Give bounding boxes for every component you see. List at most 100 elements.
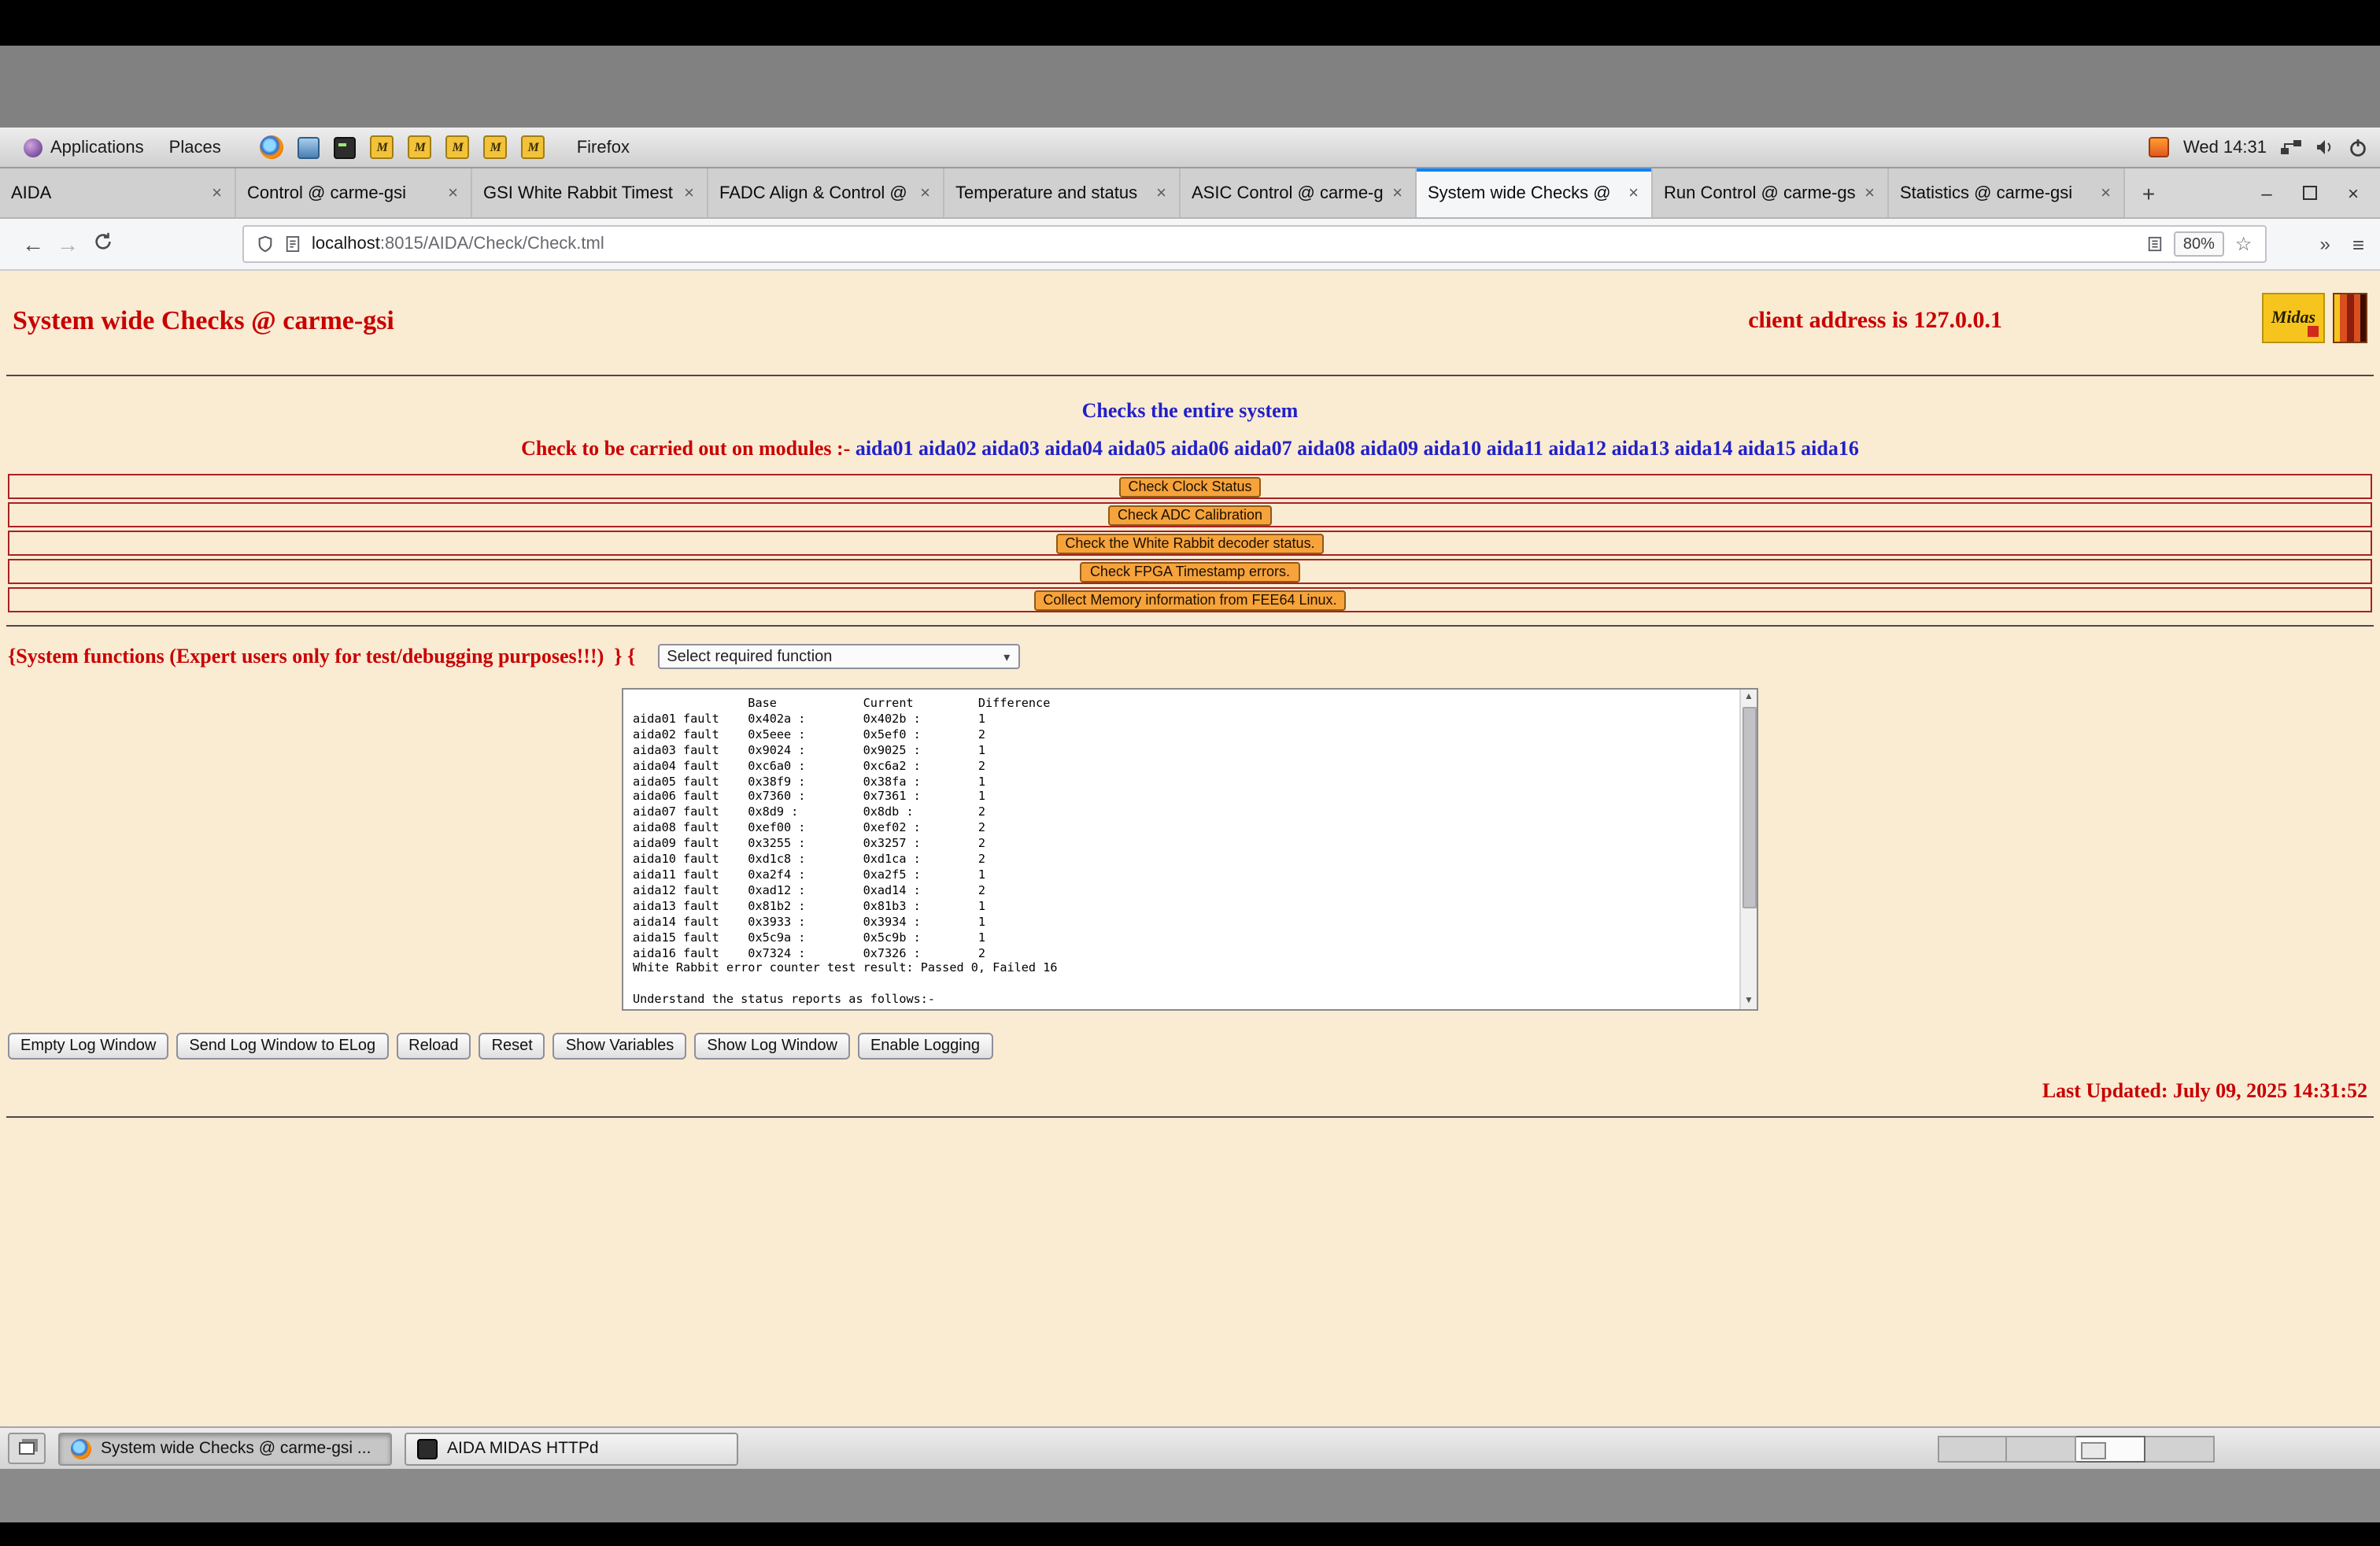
overflow-menu-icon[interactable]: »: [2319, 233, 2330, 255]
back-button[interactable]: ←: [16, 231, 50, 257]
tab-bar: AIDA × Control @ carme-gsi × GSI White R…: [0, 168, 2380, 219]
tab-statistics[interactable]: Statistics @ carme-gsi ×: [1889, 168, 2125, 217]
files-launcher-icon[interactable]: [298, 136, 320, 158]
page-subtitle: Checks the entire system: [0, 398, 2380, 423]
enable-logging-button[interactable]: Enable Logging: [858, 1033, 992, 1060]
tab-run-control[interactable]: Run Control @ carme-gs ×: [1653, 168, 1889, 217]
forward-button[interactable]: →: [50, 231, 85, 257]
reload-page-button[interactable]: Reload: [396, 1033, 471, 1060]
panel-clock[interactable]: Wed 14:31: [2183, 138, 2267, 157]
distro-logo-icon: [24, 138, 42, 157]
tab-asic-control[interactable]: ASIC Control @ carme-g ×: [1181, 168, 1417, 217]
tab-label: System wide Checks @: [1428, 183, 1621, 202]
scrollbar-thumb[interactable]: [1742, 707, 1756, 908]
minimize-button[interactable]: –: [2256, 182, 2278, 204]
tab-label: AIDA: [11, 183, 204, 202]
tab-fadc[interactable]: FADC Align & Control @ ×: [708, 168, 944, 217]
page-info-icon[interactable]: [285, 235, 301, 253]
tab-close-icon[interactable]: ×: [682, 183, 696, 202]
tab-close-icon[interactable]: ×: [1155, 183, 1168, 202]
workspace-cell[interactable]: [2007, 1435, 2076, 1462]
reader-mode-icon[interactable]: [2147, 235, 2163, 253]
reset-button[interactable]: Reset: [479, 1033, 545, 1060]
tab-close-icon[interactable]: ×: [2099, 183, 2112, 202]
log-window[interactable]: Base Current Difference aida01 fault 0x4…: [622, 688, 1758, 1011]
network-icon[interactable]: [2281, 139, 2301, 156]
firefox-icon: [71, 1438, 91, 1459]
url-bar[interactable]: localhost:8015/AIDA/Check/Check.tml 80% …: [242, 225, 2266, 263]
midas-launcher-icon[interactable]: M: [408, 135, 432, 159]
system-functions-row: {System functions (Expert users only for…: [8, 644, 2380, 669]
collect-memory-info-button[interactable]: Collect Memory information from FEE64 Li…: [1033, 590, 1346, 610]
firefox-window: AIDA × Control @ carme-gsi × GSI White R…: [0, 168, 2380, 1426]
taskbar-item-terminal[interactable]: AIDA MIDAS HTTPd: [405, 1432, 738, 1465]
panel-launchers: M M M M M: [261, 135, 545, 159]
volume-icon[interactable]: [2315, 139, 2334, 156]
tab-label: GSI White Rabbit Timest: [483, 183, 676, 202]
tab-temperature[interactable]: Temperature and status ×: [944, 168, 1181, 217]
shield-icon[interactable]: [257, 235, 274, 253]
midas-launcher-icon[interactable]: M: [522, 135, 545, 159]
power-icon[interactable]: [2349, 138, 2367, 157]
maximize-button[interactable]: [2303, 186, 2317, 200]
toolbar-right: » ≡: [2319, 232, 2364, 256]
tab-close-icon[interactable]: ×: [1627, 183, 1640, 202]
tab-label: Run Control @ carme-gs: [1664, 183, 1857, 202]
tab-control[interactable]: Control @ carme-gsi ×: [236, 168, 472, 217]
scroll-up-icon[interactable]: ▲: [1744, 690, 1754, 705]
tab-close-icon[interactable]: ×: [210, 183, 224, 202]
desktop-background-bottom: [0, 1469, 2380, 1522]
midas-launcher-icon[interactable]: M: [446, 135, 470, 159]
check-row: Collect Memory information from FEE64 Li…: [8, 587, 2372, 612]
check-white-rabbit-button[interactable]: Check the White Rabbit decoder status.: [1055, 533, 1324, 553]
function-select-value: Select required function: [667, 648, 1003, 665]
midas-launcher-icon[interactable]: M: [371, 135, 394, 159]
places-menu-label: Places: [169, 138, 221, 157]
close-window-button[interactable]: ×: [2342, 182, 2364, 204]
show-log-window-button[interactable]: Show Log Window: [694, 1033, 850, 1060]
tab-label: FADC Align & Control @: [719, 183, 912, 202]
tab-aida[interactable]: AIDA ×: [0, 168, 236, 217]
desktop-screen: Applications Places M M M M M Firefox We…: [0, 0, 2380, 1546]
notification-icon[interactable]: [2149, 137, 2169, 157]
firefox-launcher-icon[interactable]: [261, 135, 284, 159]
empty-log-window-button[interactable]: Empty Log Window: [8, 1033, 168, 1060]
show-variables-button[interactable]: Show Variables: [553, 1033, 687, 1060]
workspace-cell[interactable]: [1938, 1435, 2007, 1462]
zoom-level-button[interactable]: 80%: [2174, 231, 2224, 257]
bookmark-star-icon[interactable]: ☆: [2235, 233, 2252, 255]
letterbox-bottom: [0, 1522, 2380, 1546]
function-select[interactable]: Select required function ▾: [657, 644, 1019, 669]
tab-system-wide-checks[interactable]: System wide Checks @ ×: [1417, 168, 1653, 217]
check-clock-status-button[interactable]: Check Clock Status: [1118, 476, 1261, 497]
modules-list: aida01 aida02 aida03 aida04 aida05 aida0…: [856, 436, 1859, 460]
check-fpga-timestamp-button[interactable]: Check FPGA Timestamp errors.: [1081, 561, 1299, 582]
page-header: System wide Checks @ carme-gsi client ad…: [0, 271, 2380, 343]
reload-button[interactable]: [85, 231, 120, 257]
taskbar-item-firefox[interactable]: System wide Checks @ carme-gsi ...: [58, 1432, 392, 1465]
check-adc-calibration-button[interactable]: Check ADC Calibration: [1108, 505, 1272, 525]
tab-close-icon[interactable]: ×: [918, 183, 932, 202]
places-menu[interactable]: Places: [158, 133, 232, 161]
show-desktop-button[interactable]: [8, 1433, 46, 1464]
workspace-cell[interactable]: [2145, 1435, 2215, 1462]
log-scrollbar[interactable]: ▲ ▼: [1739, 690, 1757, 1009]
desktop-background-top: [0, 46, 2380, 128]
modules-prefix: Check to be carried out on modules :-: [521, 436, 856, 460]
tab-label: Control @ carme-gsi: [247, 183, 440, 202]
panel-status-area: Wed 14:31: [2149, 137, 2367, 157]
new-tab-button[interactable]: +: [2125, 168, 2172, 217]
scroll-down-icon[interactable]: ▼: [1744, 993, 1754, 1009]
tab-white-rabbit[interactable]: GSI White Rabbit Timest ×: [472, 168, 708, 217]
tab-close-icon[interactable]: ×: [446, 183, 460, 202]
tab-close-icon[interactable]: ×: [1391, 183, 1404, 202]
applications-menu[interactable]: Applications: [13, 133, 155, 161]
divider: [6, 375, 2374, 376]
client-address: client address is 127.0.0.1: [1748, 309, 2002, 335]
hamburger-menu-icon[interactable]: ≡: [2352, 232, 2364, 256]
send-log-to-elog-button[interactable]: Send Log Window to ELog: [176, 1033, 388, 1060]
tab-close-icon[interactable]: ×: [1863, 183, 1876, 202]
workspace-cell-current[interactable]: [2076, 1435, 2145, 1462]
midas-launcher-icon[interactable]: M: [484, 135, 508, 159]
terminal-launcher-icon[interactable]: [334, 136, 357, 158]
